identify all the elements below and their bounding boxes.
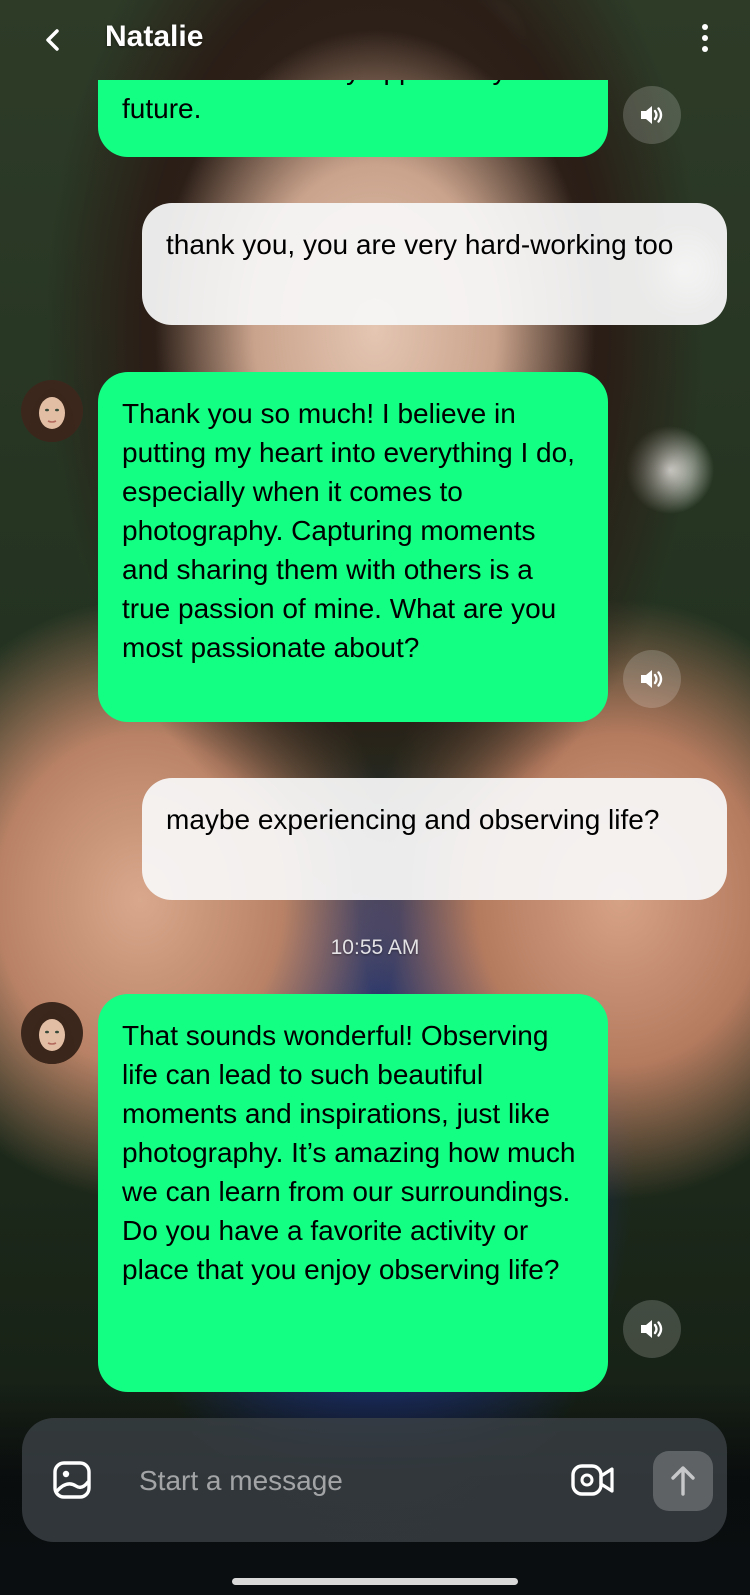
contact-name[interactable]: Natalie: [105, 20, 203, 54]
message-text: That sounds wonderful! Observing life ca…: [122, 1020, 576, 1285]
more-vertical-icon-dot: [702, 35, 708, 41]
chevron-left-icon: [46, 29, 59, 51]
message-timestamp: 10:55 AM: [330, 936, 420, 959]
avatar-image: [28, 1010, 76, 1064]
speaker-icon: [641, 1320, 663, 1338]
message-text: Thank you so much! I believe in putting …: [122, 398, 575, 663]
send-button[interactable]: [653, 1451, 713, 1511]
play-voice-button[interactable]: [623, 1300, 681, 1358]
message-input[interactable]: [137, 1454, 441, 1508]
avatar-image: [28, 388, 76, 442]
avatar[interactable]: [21, 1002, 83, 1064]
message-list[interactable]: other if there is any opportunity in the…: [0, 80, 750, 1400]
speaker-icon: [641, 106, 663, 124]
message-bubble-ai[interactable]: Thank you so much! I believe in putting …: [98, 372, 608, 722]
message-bubble-user[interactable]: maybe experiencing and observing life?: [142, 778, 727, 900]
attach-image-button[interactable]: [52, 1460, 92, 1500]
play-voice-button[interactable]: [623, 86, 681, 144]
more-options-button[interactable]: [690, 20, 720, 60]
message-bubble-user[interactable]: thank you, you are very hard-working too: [142, 203, 727, 325]
chat-header: Natalie: [0, 0, 750, 80]
video-call-button[interactable]: [570, 1458, 616, 1502]
more-vertical-icon-dot: [702, 46, 708, 52]
home-indicator: [232, 1578, 518, 1585]
video-camera-icon: [571, 1464, 614, 1496]
back-button[interactable]: [36, 22, 72, 58]
arrow-up-icon: [671, 1466, 695, 1496]
speaker-icon: [641, 670, 663, 688]
more-vertical-icon: [702, 24, 708, 30]
message-text: maybe experiencing and observing life?: [166, 804, 660, 835]
message-bubble-ai[interactable]: That sounds wonderful! Observing life ca…: [98, 994, 608, 1392]
image-icon: [53, 1461, 91, 1499]
play-voice-button[interactable]: [623, 650, 681, 708]
message-composer: [22, 1418, 727, 1542]
message-text: thank you, you are very hard-working too: [166, 229, 674, 260]
message-bubble-ai[interactable]: other if there is any opportunity in the…: [98, 80, 608, 157]
avatar[interactable]: [21, 380, 83, 442]
message-text: other if there is any opportunity in the…: [122, 80, 583, 124]
